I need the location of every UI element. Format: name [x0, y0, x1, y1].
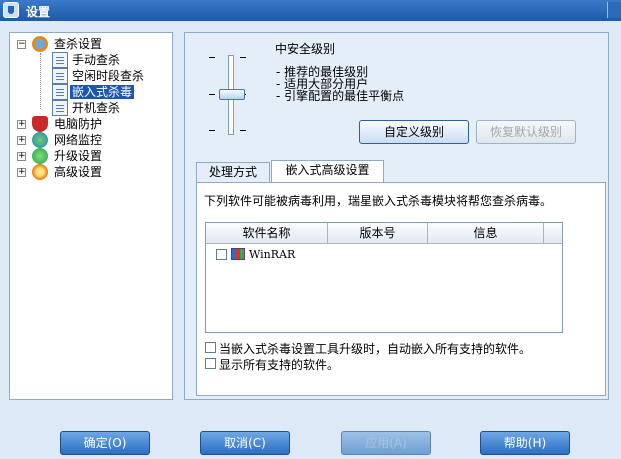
- show-all-label: 显示所有支持的软件。: [219, 358, 340, 372]
- tab-handling[interactable]: 处理方式: [196, 162, 270, 182]
- tree-connector: [40, 53, 41, 109]
- globe-icon: [32, 132, 48, 148]
- magnifier-icon: [32, 36, 48, 52]
- tree-item-manual-scan[interactable]: 手动查杀: [70, 52, 122, 68]
- tab-embedded-advanced[interactable]: 嵌入式高级设置: [271, 160, 384, 183]
- table-header: 软件名称 版本号 信息: [206, 223, 562, 244]
- apply-button[interactable]: 应用(A): [341, 431, 431, 455]
- auto-embed-checkbox[interactable]: [205, 342, 216, 353]
- security-level-title: 中安全级别: [275, 42, 336, 56]
- slider-thumb[interactable]: [219, 89, 245, 100]
- slider-tick: [240, 57, 246, 58]
- upgrade-icon: [32, 148, 48, 164]
- tree-item-network-monitor[interactable]: 网络监控: [52, 132, 104, 148]
- expand-toggle[interactable]: +: [17, 120, 26, 129]
- tree-item-idle-scan[interactable]: 空闲时段查杀: [70, 68, 146, 84]
- tree-item-pc-protection[interactable]: 电脑防护: [52, 116, 104, 132]
- tree-item-upgrade-settings[interactable]: 升级设置: [52, 148, 104, 164]
- restore-default-button[interactable]: 恢复默认级别: [476, 120, 576, 144]
- gear-icon: [32, 164, 48, 180]
- expand-toggle[interactable]: +: [17, 168, 26, 177]
- cancel-button[interactable]: 取消(C): [200, 431, 290, 455]
- row-checkbox[interactable]: [216, 249, 227, 260]
- tree-item-advanced-settings[interactable]: 高级设置: [52, 164, 104, 180]
- slider-tick: [240, 130, 246, 131]
- shield-icon: [32, 116, 48, 132]
- column-header-info[interactable]: 信息: [428, 223, 544, 244]
- expand-toggle[interactable]: +: [17, 152, 26, 161]
- auto-embed-label: 当嵌入式杀毒设置工具升级时，自动嵌入所有支持的软件。: [219, 342, 532, 356]
- show-all-checkbox[interactable]: [205, 358, 216, 369]
- level-desc-line: - 引擎配置的最佳平衡点: [276, 89, 405, 103]
- slider-tick: [209, 94, 215, 95]
- software-table[interactable]: 软件名称 版本号 信息: [205, 222, 563, 333]
- custom-level-button[interactable]: 自定义级别: [359, 120, 469, 144]
- winrar-icon: [231, 248, 245, 260]
- doc-icon: [52, 52, 68, 68]
- help-button[interactable]: 帮助(H): [480, 431, 570, 455]
- collapse-toggle[interactable]: −: [17, 40, 26, 49]
- table-row-name[interactable]: WinRAR: [249, 248, 295, 261]
- column-header-version[interactable]: 版本号: [328, 223, 428, 244]
- doc-icon: [52, 68, 68, 84]
- window-title: 设置: [26, 5, 51, 19]
- app-shield-icon: [3, 2, 19, 18]
- tree-item-embedded-scan[interactable]: 嵌入式杀毒: [70, 84, 135, 100]
- tree-item-boot-scan[interactable]: 开机查杀: [70, 100, 122, 116]
- doc-icon: [52, 100, 68, 116]
- expand-toggle[interactable]: +: [17, 136, 26, 145]
- slider-tick: [209, 130, 215, 131]
- close-icon[interactable]: [607, 2, 621, 18]
- doc-icon: [52, 84, 68, 100]
- info-text: 下列软件可能被病毒利用，瑞星嵌入式杀毒模块将帮您查杀病毒。: [204, 194, 553, 208]
- title-bar: 设置: [0, 0, 621, 21]
- ok-button[interactable]: 确定(O): [60, 431, 150, 455]
- slider-tick: [209, 57, 215, 58]
- column-header-name[interactable]: 软件名称: [206, 223, 328, 244]
- tree-item-scan-settings[interactable]: 查杀设置: [52, 36, 104, 52]
